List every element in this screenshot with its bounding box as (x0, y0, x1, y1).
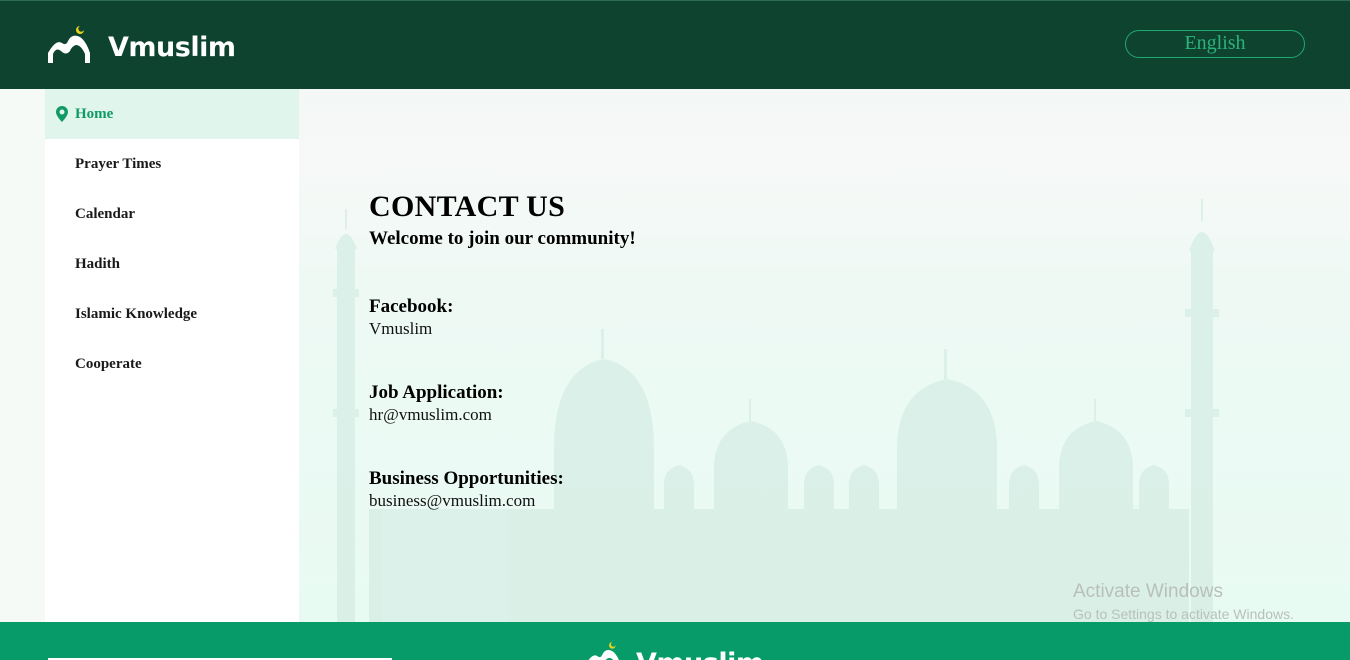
contact-job-application: Job Application: hr@vmuslim.com (369, 382, 504, 426)
sidebar-item-label: Islamic Knowledge (75, 305, 198, 322)
sidebar-item-label: Prayer Times (75, 155, 162, 172)
brand-logo[interactable]: Vmuslim (46, 23, 236, 65)
sidebar-item-prayer-times[interactable]: Prayer Times (45, 139, 299, 189)
contact-value[interactable]: business@vmuslim.com (369, 490, 564, 512)
mosque-logo-icon (48, 26, 90, 63)
footer-brand-logo[interactable]: Vmuslim (584, 634, 764, 660)
location-pin-icon (56, 106, 68, 122)
contact-value[interactable]: hr@vmuslim.com (369, 404, 504, 426)
mosque-logo-icon (588, 641, 620, 660)
sidebar-item-home[interactable]: Home (45, 89, 299, 139)
contact-section: CONTACT US Welcome to join our community… (369, 189, 636, 510)
header: Vmuslim English (0, 0, 1350, 89)
footer: Vmuslim (0, 622, 1350, 660)
page-subtitle: Welcome to join our community! (369, 228, 636, 249)
sidebar-item-label: Calendar (75, 205, 135, 222)
sidebar-nav: Home Prayer Times Calendar Hadith Islami… (45, 89, 299, 622)
sidebar-item-cooperate[interactable]: Cooperate (45, 339, 299, 389)
sidebar-item-islamic-knowledge[interactable]: Islamic Knowledge (45, 289, 299, 339)
brand-name: Vmuslim (108, 31, 236, 63)
language-selector-button[interactable]: English (1125, 30, 1305, 58)
sidebar-item-label: Hadith (75, 255, 121, 272)
main-content: CONTACT US Welcome to join our community… (299, 89, 1350, 622)
sidebar-item-label: Cooperate (75, 355, 142, 372)
contact-label: Job Application: (369, 382, 504, 403)
contact-value[interactable]: Vmuslim (369, 318, 453, 340)
watermark-subtitle: Go to Settings to activate Windows. (1073, 606, 1294, 622)
contact-label: Facebook: (369, 296, 454, 317)
contact-facebook: Facebook: Vmuslim (369, 296, 453, 340)
watermark-title: Activate Windows (1073, 581, 1223, 602)
sidebar-item-label: Home (75, 105, 114, 122)
footer-brand-name: Vmuslim (636, 648, 764, 660)
sidebar-item-hadith[interactable]: Hadith (45, 239, 299, 289)
activate-windows-watermark: Activate Windows Go to Settings to activ… (1073, 580, 1294, 624)
page-title: CONTACT US (369, 190, 566, 223)
contact-business: Business Opportunities: business@vmuslim… (369, 468, 564, 512)
contact-label: Business Opportunities: (369, 468, 564, 489)
sidebar-item-calendar[interactable]: Calendar (45, 189, 299, 239)
